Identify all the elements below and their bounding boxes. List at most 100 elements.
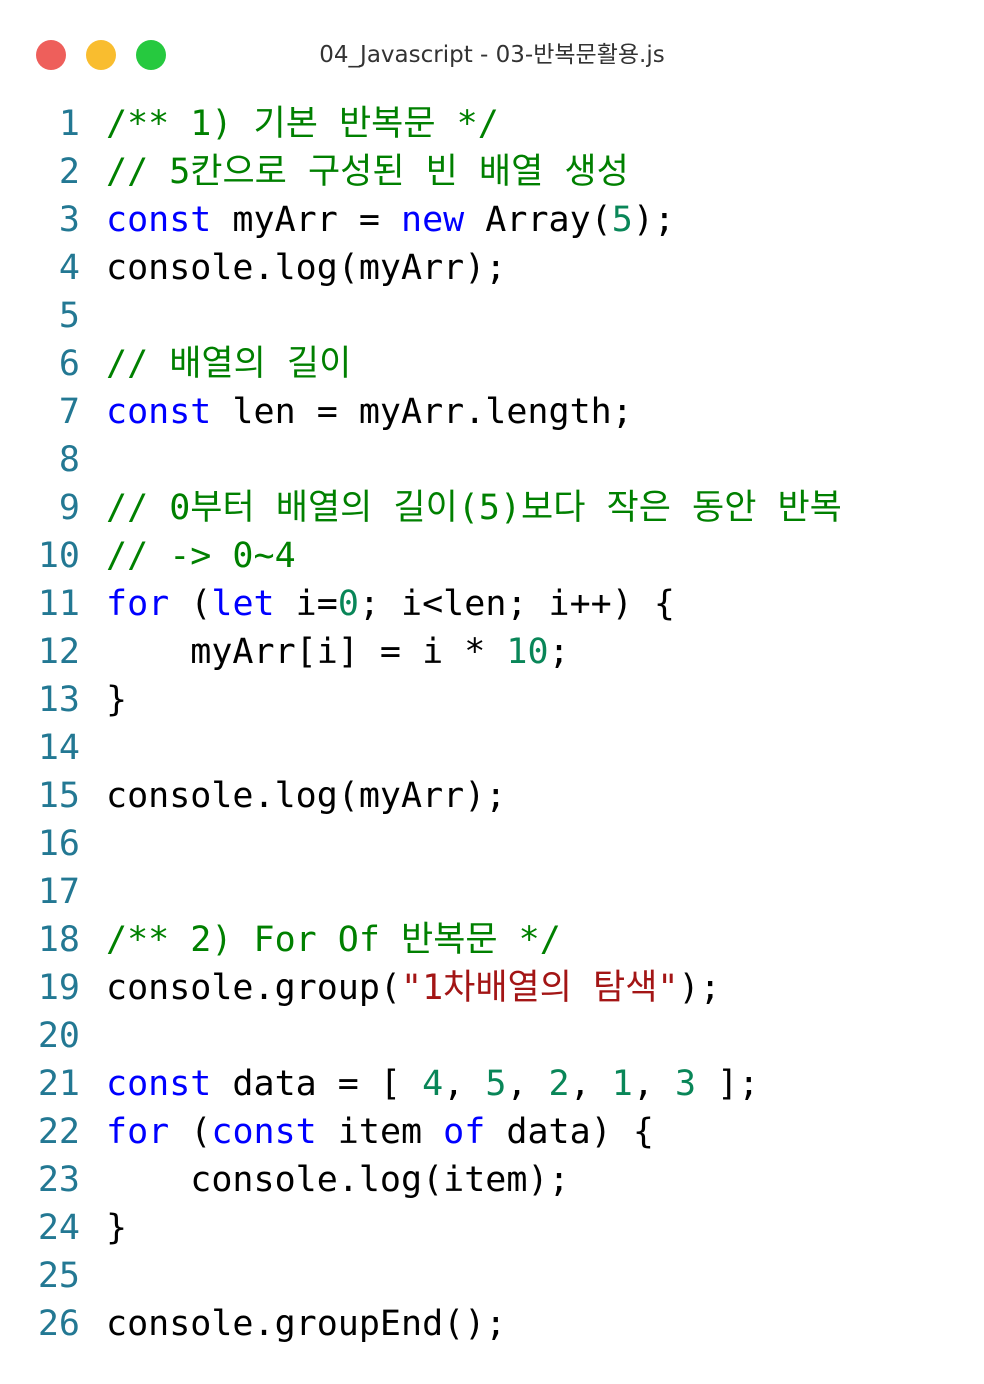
code-token: for (106, 584, 170, 624)
line-content: console.log(item); (106, 1156, 570, 1204)
code-token: for (106, 1112, 170, 1152)
line-number: 11 (37, 584, 80, 624)
line-number: 21 (37, 1064, 80, 1104)
code-token: /** 1) 기본 반복문 */ (106, 104, 499, 144)
code-line: 8 (0, 436, 984, 484)
line-content: // 배열의 길이 (106, 340, 351, 388)
line-number: 23 (37, 1160, 80, 1200)
code-token: "1차배열의 탐색" (401, 968, 679, 1008)
line-number: 2 (58, 152, 80, 192)
code-window: 04_Javascript - 03-반복문활용.js 1 /** 1) 기본 반… (0, 0, 984, 1384)
code-token: , (632, 1064, 676, 1104)
code-token: ; (548, 632, 570, 672)
code-token: 10 (506, 632, 549, 672)
window-title: 04_Javascript - 03-반복문활용.js (319, 42, 665, 68)
code-token: const (211, 1112, 317, 1152)
code-token: ( (169, 1112, 212, 1152)
code-token: const (106, 200, 212, 240)
code-line: 17 (0, 868, 984, 916)
code-token: } (106, 680, 128, 720)
code-token: of (443, 1112, 486, 1152)
code-token: console.log(myArr); (106, 248, 507, 288)
line-content: console.groupEnd(); (106, 1300, 506, 1348)
code-token: const (106, 1064, 212, 1104)
code-token: ( (169, 584, 212, 624)
line-number: 4 (58, 248, 80, 288)
line-content: console.log(myArr); (106, 772, 506, 820)
code-line: 3 const myArr = new Array(5); (0, 196, 984, 244)
code-token: , (569, 1064, 612, 1104)
code-line: 14 (0, 724, 984, 772)
line-number: 13 (37, 680, 80, 720)
code-token: 2 (548, 1064, 570, 1104)
code-token: console.log(item); (106, 1160, 570, 1200)
line-content: for (const item of data) { (106, 1108, 654, 1156)
line-content: /** 2) For Of 반복문 */ (106, 916, 561, 964)
code-line: 2 // 5칸으로 구성된 빈 배열 생성 (0, 148, 984, 196)
code-token: // 배열의 길이 (106, 344, 352, 384)
code-line: 24} (0, 1204, 984, 1252)
code-token: let (211, 584, 275, 624)
code-line: 23 console.log(item); (0, 1156, 984, 1204)
line-content: } (106, 676, 127, 724)
code-line: 5 (0, 292, 984, 340)
code-line: 18 /** 2) For Of 반복문 */ (0, 916, 984, 964)
code-line: 7 const len = myArr.length; (0, 388, 984, 436)
line-number: 25 (37, 1256, 80, 1296)
line-content: // 0부터 배열의 길이(5)보다 작은 동안 반복 (106, 484, 842, 532)
line-number: 6 (58, 344, 80, 384)
code-line: 20 (0, 1012, 984, 1060)
code-token: ]; (696, 1064, 760, 1104)
line-number: 22 (37, 1112, 80, 1152)
line-content: } (106, 1204, 127, 1252)
code-token: 4 (422, 1064, 444, 1104)
code-line: 13} (0, 676, 984, 724)
code-token: console.group( (106, 968, 402, 1008)
line-content: console.log(myArr); (106, 244, 506, 292)
code-token: /** 2) For Of 반복문 */ (106, 920, 561, 960)
line-number: 15 (37, 776, 80, 816)
line-number: 8 (58, 440, 80, 480)
line-content: console.group("1차배열의 탐색"); (106, 964, 721, 1012)
line-number: 26 (37, 1304, 80, 1344)
code-line: 6 // 배열의 길이 (0, 340, 984, 388)
code-token: 5 (611, 200, 633, 240)
code-line: 11 for (let i=0; i<len; i++) { (0, 580, 984, 628)
line-number: 12 (37, 632, 80, 672)
line-number: 10 (37, 536, 80, 576)
line-number: 18 (37, 920, 80, 960)
code-token: new (401, 200, 465, 240)
code-line: 10 // -> 0~4 (0, 532, 984, 580)
line-content: // -> 0~4 (106, 532, 296, 580)
code-token: const (106, 392, 212, 432)
code-token: data) { (485, 1112, 654, 1152)
code-token: len = myArr.length; (211, 392, 633, 432)
line-number: 9 (58, 488, 80, 528)
code-line: 1 /** 1) 기본 반복문 */ (0, 100, 984, 148)
line-number: 1 (58, 104, 80, 144)
code-editor[interactable]: 1/** 1) 기본 반복문 */2// 5칸으로 구성된 빈 배열 생성 3 co… (0, 100, 984, 1348)
code-token: data = [ (211, 1064, 423, 1104)
code-line: 26 console.groupEnd(); (0, 1300, 984, 1348)
code-line: 22 for (const item of data) { (0, 1108, 984, 1156)
code-token: item (316, 1112, 444, 1152)
line-number: 14 (37, 728, 80, 768)
line-number: 5 (58, 296, 80, 336)
code-token: // -> 0~4 (106, 536, 296, 576)
code-token: // 0부터 배열의 길이(5)보다 작은 동안 반복 (106, 488, 842, 528)
code-token: console.log(myArr); (106, 776, 507, 816)
line-content: const len = myArr.length; (106, 388, 633, 436)
code-token: 3 (675, 1064, 697, 1104)
code-token: myArr[i] = i * (106, 632, 507, 672)
code-line: 21 const data = [ 4, 5, 2, 1, 3 ]; (0, 1060, 984, 1108)
code-token: ); (632, 200, 675, 240)
line-number: 24 (37, 1208, 80, 1248)
line-content: myArr[i] = i * 10; (106, 628, 570, 676)
line-content: /** 1) 기본 반복문 */ (106, 100, 499, 148)
line-content: const data = [ 4, 5, 2, 1, 3 ]; (106, 1060, 759, 1108)
code-token: ); (678, 968, 721, 1008)
line-number: 20 (37, 1016, 80, 1056)
code-token: 1 (611, 1064, 633, 1104)
code-token: 5 (485, 1064, 507, 1104)
code-token: , (443, 1064, 486, 1104)
